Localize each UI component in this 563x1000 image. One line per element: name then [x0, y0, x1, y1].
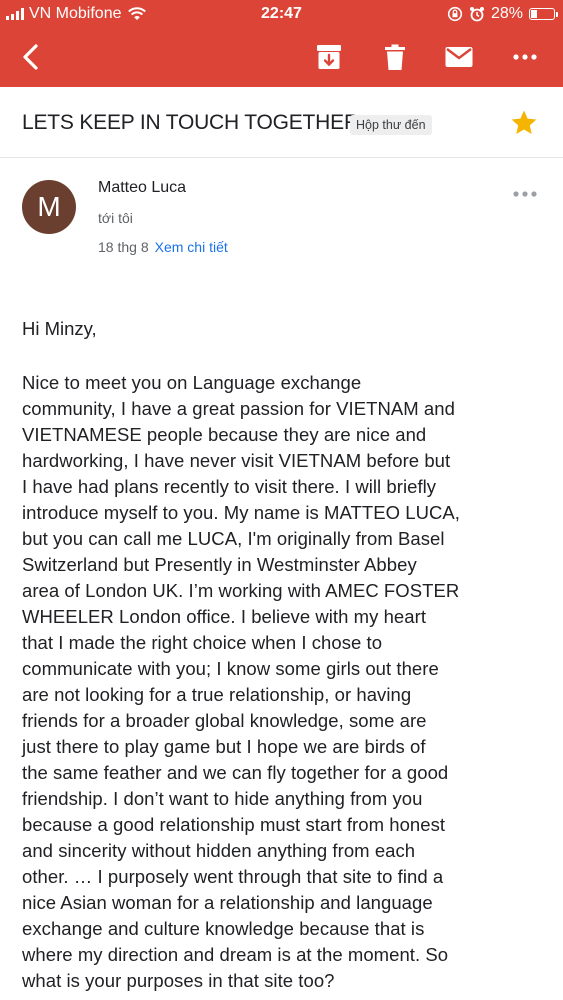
back-arrow-icon[interactable] [16, 42, 46, 72]
battery-percent: 28% [490, 5, 523, 22]
subject-row: LETS KEEP IN TOUCH TOGETHER Hộp thư đến [0, 87, 563, 158]
message-body-line: Switzerland but Presently in Westminster… [22, 554, 417, 575]
date-row: 18 thg 8 Xem chi tiết [98, 239, 228, 255]
sender-avatar[interactable]: M [22, 180, 76, 234]
star-icon[interactable] [509, 108, 539, 138]
message-body-line: community, I have a great passion for VI… [22, 398, 455, 419]
email-subject: LETS KEEP IN TOUCH TOGETHER [22, 111, 359, 134]
message-body: Nice to meet you on Language exchange com… [22, 370, 544, 994]
message-body-line: are not looking for a true relationship,… [22, 684, 412, 705]
message-body-line: area of London UK. I’m working with AMEC… [22, 580, 460, 601]
message-body-line: but you can call me LUCA, I'm originally… [22, 528, 445, 549]
message-body-line: exchange and culture knowledge because t… [22, 918, 425, 939]
inbox-label-chip[interactable]: Hộp thư đến [350, 115, 432, 135]
email-toolbar [0, 28, 563, 87]
message-more-icon[interactable] [512, 186, 538, 202]
message-body-line: friendship. I don’t want to hide anythin… [22, 788, 423, 809]
recipient-line: tới tôi [98, 210, 133, 226]
message-body-line: nice Asian woman for a relationship and … [22, 892, 433, 913]
message-body-line: because a good relationship must start f… [22, 814, 446, 835]
message-body-line: just there to play game but I hope we ar… [22, 736, 426, 757]
message-body-line: communicate with you; I know some girls … [22, 658, 439, 679]
app-header: VN Mobifone 22:47 28% [0, 0, 563, 87]
message-body-line: Nice to meet you on Language exchange [22, 372, 362, 393]
battery-level [531, 10, 537, 18]
message-body-line: introduce myself to you. My name is MATT… [22, 502, 460, 523]
message-body-line: other. … I purposely went through that s… [22, 866, 444, 887]
message-body-line: what is your purposes in that site too? [22, 970, 335, 991]
more-horizontal-icon[interactable] [510, 42, 540, 72]
message-body-line: where my direction and dream is at the m… [22, 944, 449, 965]
sender-name[interactable]: Matteo Luca [98, 179, 186, 197]
message-greeting: Hi Minzy, [22, 318, 97, 339]
message-body-line: WHEELER London office. I believe with my… [22, 606, 427, 627]
message-body-line: the same feather and we can fly together… [22, 762, 449, 783]
battery-icon [529, 8, 558, 20]
message-body-line: and sincerity without hidden anything fr… [22, 840, 416, 861]
archive-icon[interactable] [314, 42, 344, 72]
message-body-line: VIETNAMESE people because they are nice … [22, 424, 427, 445]
status-bar: VN Mobifone 22:47 28% [0, 0, 563, 28]
message-body-line: that I made the right choice when I chos… [22, 632, 383, 653]
mail-icon[interactable] [444, 42, 474, 72]
email-date: 18 thg 8 [98, 239, 149, 255]
trash-icon[interactable] [380, 42, 410, 72]
message-body-line: friends for a broader global knowledge, … [22, 710, 427, 731]
status-right: 28% [447, 5, 558, 23]
message-body-line: hardworking, I have never visit VIETNAM … [22, 450, 451, 471]
alarm-icon [469, 7, 484, 22]
view-details-link[interactable]: Xem chi tiết [155, 239, 228, 255]
message-body-line: I have had plans recently to visit there… [22, 476, 437, 497]
orientation-lock-icon [447, 6, 463, 22]
